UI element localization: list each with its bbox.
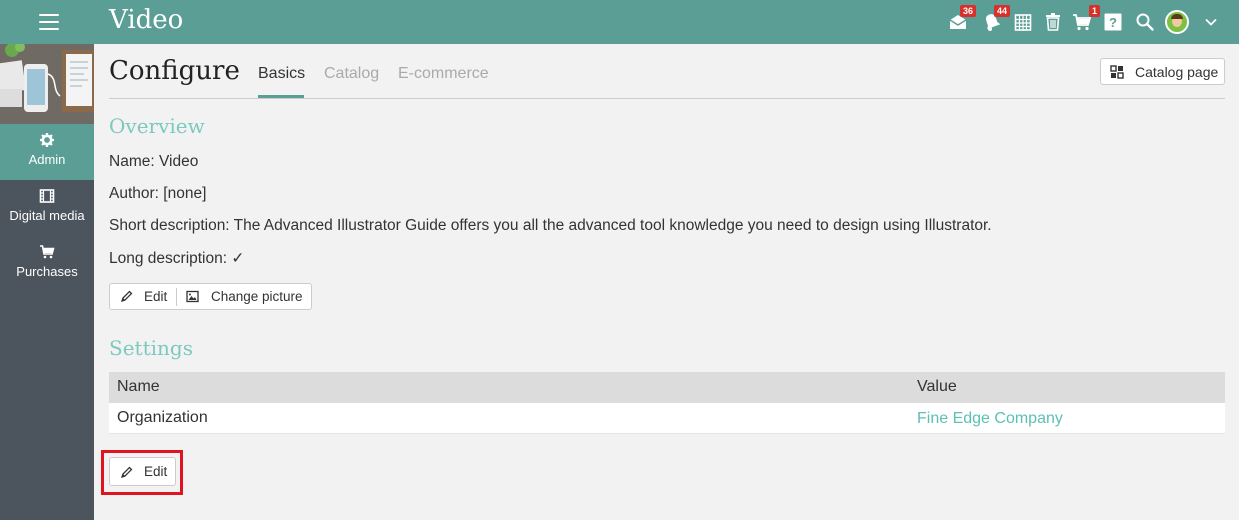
- sidebar-item-label: Purchases: [16, 264, 78, 279]
- svg-text:?: ?: [1109, 15, 1117, 30]
- edit-label: Edit: [144, 289, 168, 304]
- sidebar-item-purchases[interactable]: Purchases: [0, 236, 94, 292]
- help-icon[interactable]: ?: [1103, 12, 1123, 32]
- overview-heading: Overview: [109, 114, 205, 138]
- menu-icon[interactable]: [39, 14, 59, 30]
- image-icon: [186, 290, 199, 303]
- mail-icon[interactable]: 36: [948, 5, 976, 32]
- long-description-line: Long description: ✓: [109, 250, 245, 267]
- gear-icon: [40, 133, 54, 147]
- tab-basics[interactable]: Basics: [258, 65, 305, 83]
- table-row: Organization Fine Edge Company: [109, 403, 1225, 434]
- catalog-page-label: Catalog page: [1135, 64, 1219, 80]
- change-picture-label: Change picture: [211, 289, 303, 304]
- change-picture-button[interactable]: Change picture: [177, 284, 311, 309]
- catalog-page-button[interactable]: Catalog page: [1100, 58, 1225, 85]
- cart-icon[interactable]: 1: [1072, 5, 1100, 32]
- sidebar: Admin Digital media Purchases: [0, 44, 94, 520]
- edit-label: Edit: [144, 464, 168, 479]
- short-description-line: Short description: The Advanced Illustra…: [109, 217, 992, 234]
- edit-settings-button[interactable]: Edit: [109, 457, 176, 486]
- cart-icon: [40, 245, 55, 259]
- sidebar-item-label: Admin: [28, 152, 66, 167]
- calendar-icon[interactable]: [1013, 12, 1033, 32]
- page-title: Configure: [109, 56, 240, 86]
- search-icon[interactable]: [1135, 12, 1155, 32]
- cart-badge: 1: [1088, 5, 1100, 17]
- table-header: Name Value: [109, 372, 1225, 403]
- app-title: Video: [109, 5, 184, 35]
- mail-badge: 36: [959, 5, 976, 17]
- setting-name: Organization: [117, 409, 208, 426]
- trash-icon[interactable]: [1043, 12, 1063, 32]
- overview-button-group: Edit Change picture: [109, 283, 312, 310]
- sidebar-item-admin[interactable]: Admin: [0, 124, 94, 180]
- tab-catalog[interactable]: Catalog: [324, 65, 379, 83]
- tab-e-commerce[interactable]: E-commerce: [398, 65, 489, 83]
- sidebar-item-label: Digital media: [9, 208, 85, 223]
- notifications-badge: 44: [993, 5, 1010, 17]
- top-bar: Video 36 44 1 ?: [0, 0, 1239, 44]
- author-line: Author: [none]: [109, 185, 207, 202]
- pencil-icon: [120, 290, 133, 303]
- edit-overview-button[interactable]: Edit: [110, 284, 176, 309]
- sidebar-banner-image: [0, 44, 94, 124]
- column-header-name: Name: [117, 378, 160, 395]
- avatar[interactable]: [1165, 10, 1189, 34]
- settings-heading: Settings: [109, 336, 193, 360]
- tabs-divider: [109, 98, 1225, 99]
- chevron-down-icon[interactable]: [1204, 15, 1218, 29]
- grid-icon: [1110, 65, 1124, 79]
- sidebar-item-digital-media[interactable]: Digital media: [0, 180, 94, 236]
- column-header-value: Value: [917, 378, 957, 395]
- pencil-icon: [120, 466, 133, 479]
- bell-icon[interactable]: 44: [982, 5, 1010, 32]
- name-line: Name: Video: [109, 153, 199, 170]
- setting-value-link[interactable]: Fine Edge Company: [917, 410, 1063, 428]
- film-icon: [39, 189, 55, 203]
